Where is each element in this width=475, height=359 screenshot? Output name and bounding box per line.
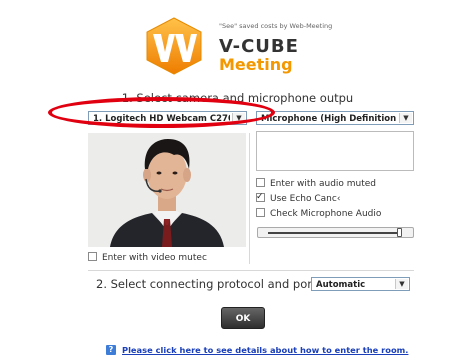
chevron-down-icon[interactable]: ▼ xyxy=(395,279,408,289)
brand-product: Meeting xyxy=(219,55,293,74)
brand-name: V-CUBE xyxy=(219,36,299,57)
vcube-logo xyxy=(143,16,205,76)
video-muted-option[interactable]: Enter with video mutec xyxy=(88,252,207,264)
section-divider xyxy=(88,270,414,271)
help-link[interactable]: Please click here to see details about h… xyxy=(122,345,408,355)
camera-preview xyxy=(88,133,246,247)
check-mic-option[interactable]: Check Microphone Audio xyxy=(256,208,381,220)
microphone-info-box xyxy=(256,131,414,171)
check-mic-label: Check Microphone Audio xyxy=(270,209,382,219)
tagline: "See" saved costs by Web-Meeting xyxy=(219,22,333,30)
microphone-select[interactable]: Microphone (High Definition ▼ xyxy=(256,111,414,125)
check-mic-checkbox[interactable] xyxy=(256,208,265,217)
audio-muted-label: Enter with audio muted xyxy=(270,179,377,189)
echo-cancel-label: Use Echo Canc‹ xyxy=(270,194,341,204)
help-icon: ? xyxy=(106,345,116,355)
audio-muted-option[interactable]: Enter with audio muted xyxy=(256,178,376,190)
section2-title: 2. Select connecting protocol and por xyxy=(96,277,312,291)
audio-muted-checkbox[interactable] xyxy=(256,178,265,187)
column-divider xyxy=(249,133,250,264)
highlight-annotation xyxy=(48,97,275,128)
mic-volume-thumb[interactable] xyxy=(397,228,402,237)
echo-cancel-option[interactable]: Use Echo Canc‹ xyxy=(256,191,341,205)
chevron-down-icon[interactable]: ▼ xyxy=(399,113,412,123)
protocol-select-value: Automatic xyxy=(316,280,366,290)
video-muted-label: Enter with video mutec xyxy=(102,253,207,263)
protocol-select[interactable]: Automatic ▼ xyxy=(311,277,410,291)
microphone-select-value: Microphone (High Definition xyxy=(261,114,397,124)
echo-cancel-checkbox[interactable] xyxy=(256,191,265,203)
ok-button[interactable]: OK xyxy=(221,307,265,329)
video-muted-checkbox[interactable] xyxy=(88,252,97,261)
mic-volume-track xyxy=(268,232,402,234)
